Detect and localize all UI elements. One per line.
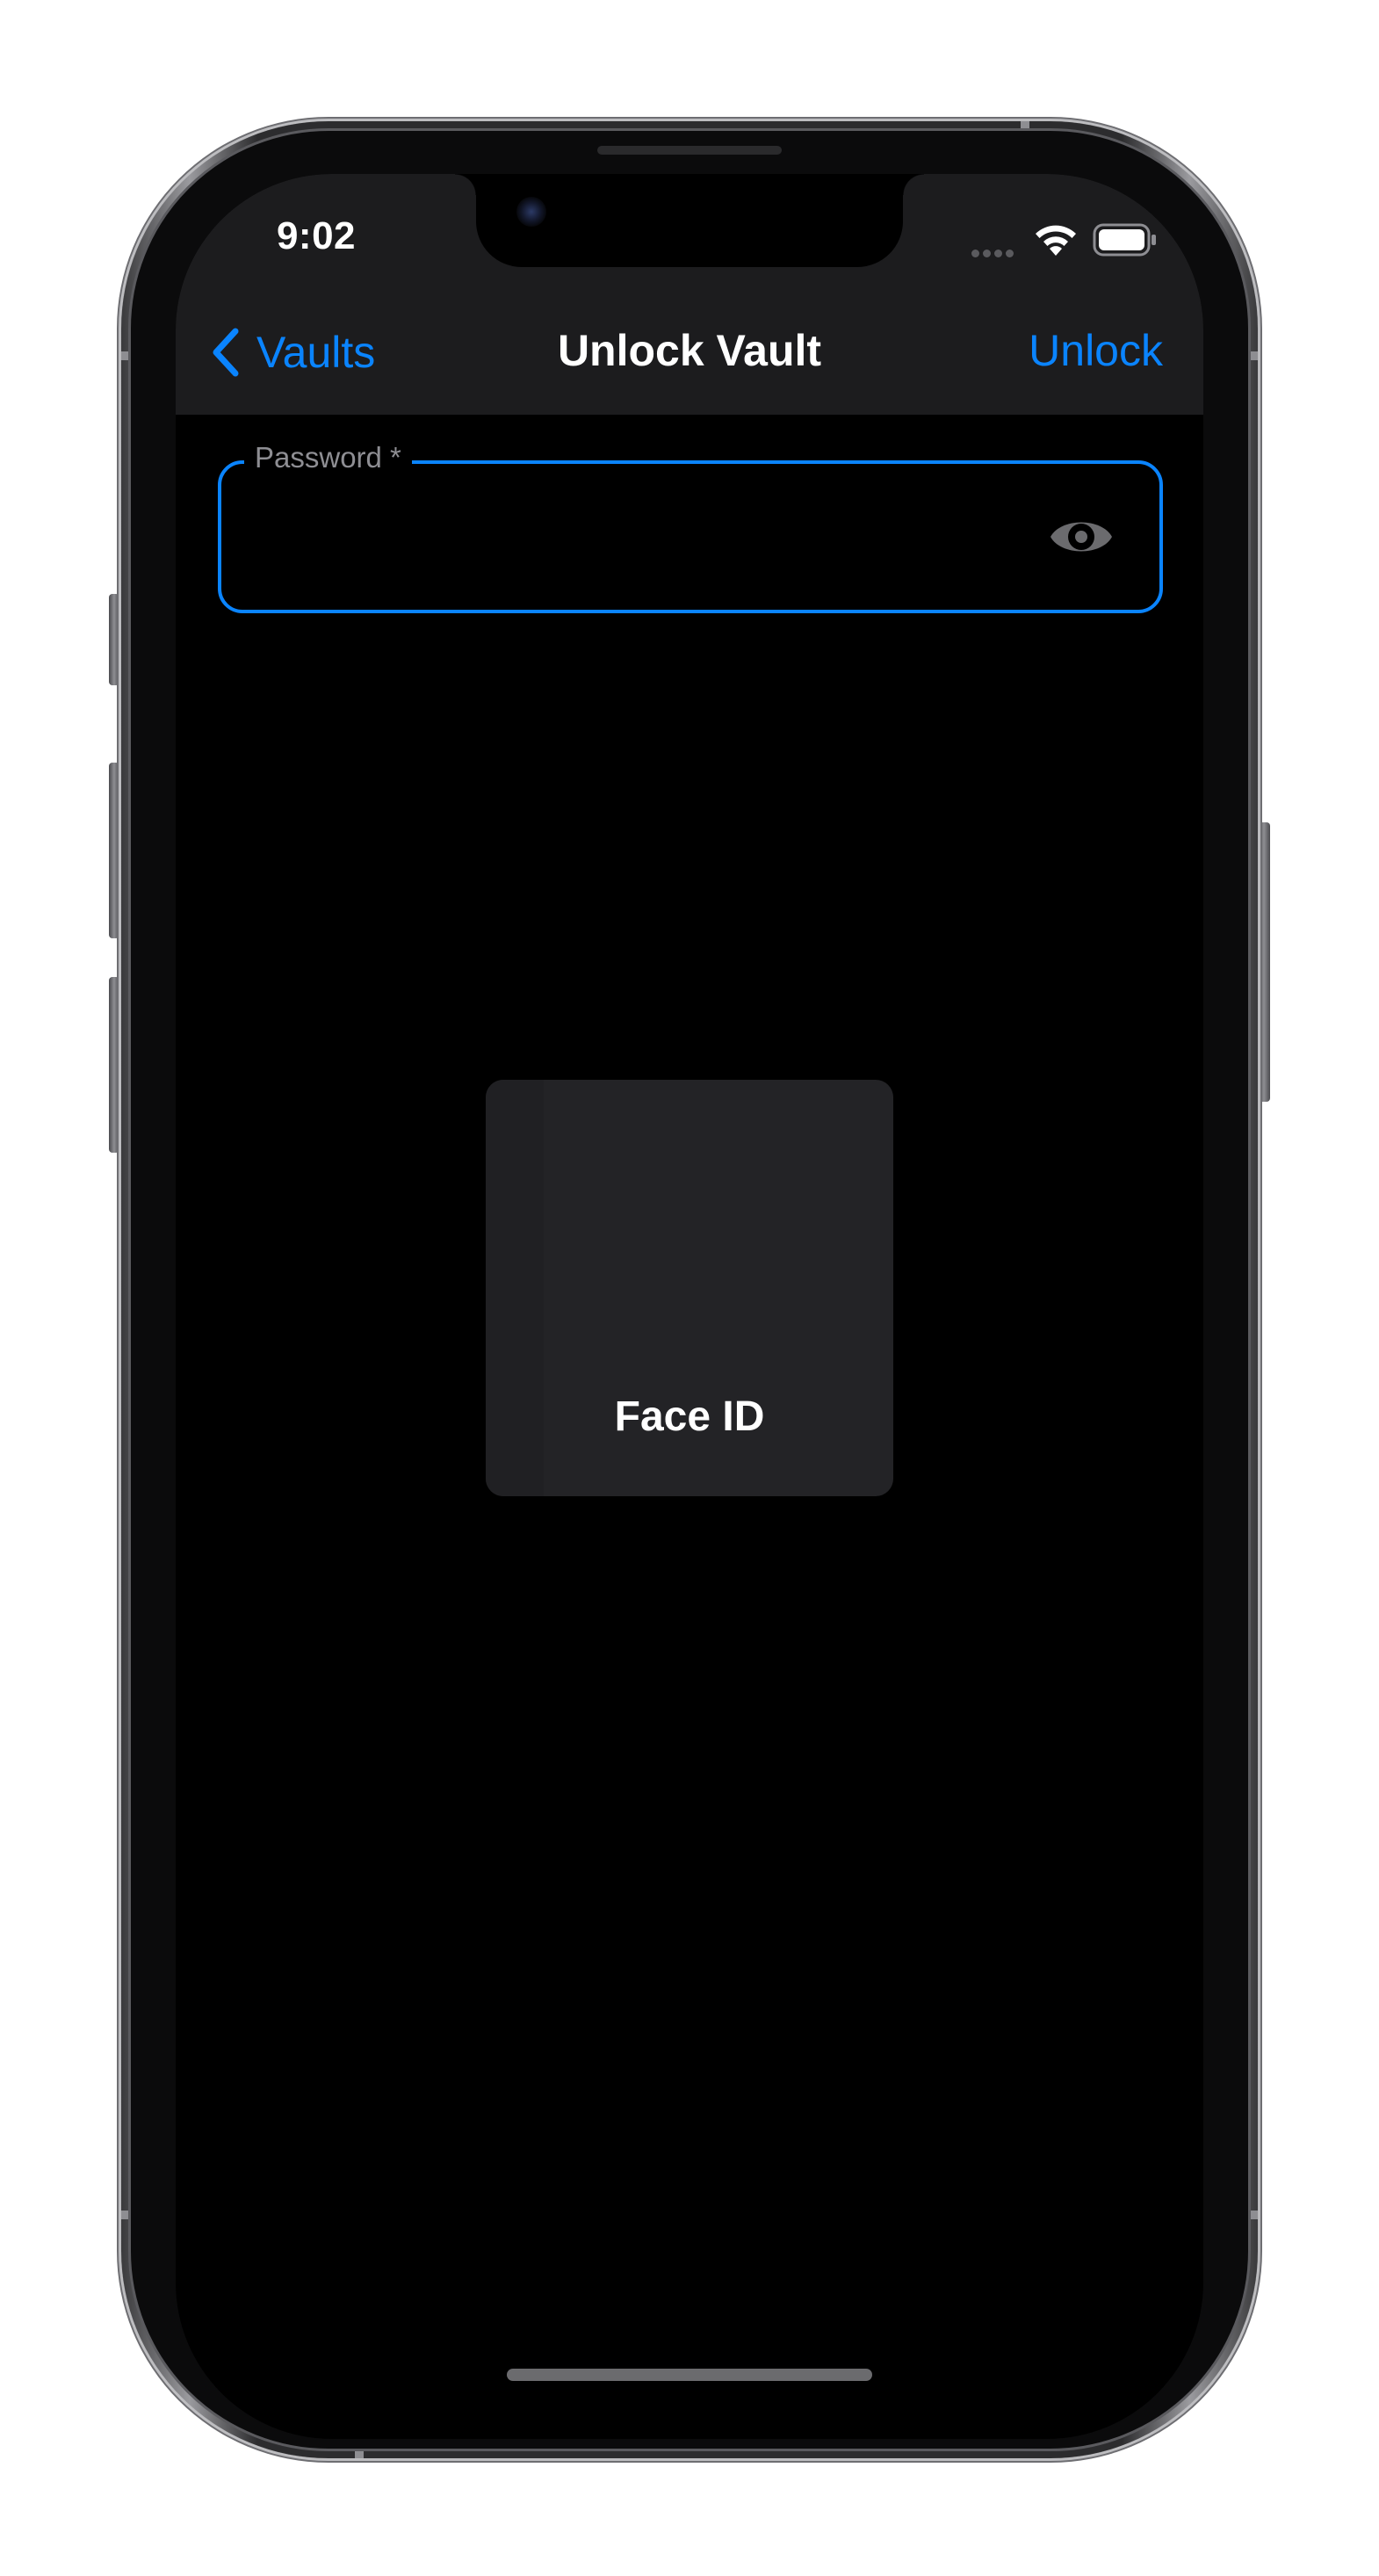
action-button [109, 594, 119, 685]
antenna-band [121, 351, 128, 360]
wifi-icon [1036, 225, 1076, 256]
password-label-container: Password * [244, 441, 412, 474]
antenna-band [1021, 121, 1029, 128]
battery-icon [1093, 223, 1156, 257]
status-time: 9:02 [276, 214, 357, 257]
home-indicator[interactable] [507, 2369, 872, 2381]
cellular-signal-icon [971, 246, 1021, 257]
back-button[interactable]: Vaults [209, 322, 375, 383]
power-button [1258, 822, 1270, 1102]
volume-down-button [109, 977, 119, 1153]
password-input[interactable] [248, 497, 1042, 578]
eye-icon[interactable] [1049, 510, 1114, 564]
antenna-band [1251, 2211, 1258, 2219]
back-button-label: Vaults [256, 328, 376, 377]
face-id-label: Face ID [614, 1393, 765, 1440]
face-id-button[interactable]: Face ID [486, 1080, 893, 1496]
chevron-left-icon [213, 328, 239, 377]
page-canvas: 9:02 Vaults Unlock Vault Unlock Password… [0, 0, 1379, 2576]
page-title: Unlock Vault [557, 326, 822, 375]
antenna-band [355, 2451, 364, 2458]
unlock-button[interactable]: Unlock [1029, 325, 1163, 376]
password-label: Password * [255, 441, 401, 474]
volume-up-button [109, 763, 119, 938]
device-screen: 9:02 Vaults Unlock Vault Unlock Password… [176, 174, 1203, 2439]
password-field[interactable]: Password * [218, 441, 1163, 613]
earpiece-speaker [597, 146, 782, 155]
antenna-band [121, 2211, 128, 2219]
antenna-band [1251, 351, 1258, 360]
front-camera-icon [516, 197, 546, 227]
